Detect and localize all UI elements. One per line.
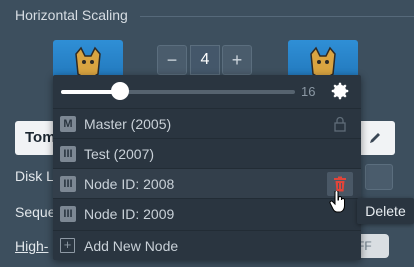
slider-row: 16 [53, 75, 361, 108]
add-new-node-label: Add New Node [84, 238, 179, 254]
node-icon: III [60, 176, 76, 192]
increment-button[interactable]: + [222, 45, 252, 75]
list-item-node-2008[interactable]: III Node ID: 2008 [53, 168, 361, 198]
disk-limit-label: Disk L [15, 168, 54, 184]
add-new-node-item[interactable]: + Add New Node [53, 230, 361, 260]
edit-button[interactable] [355, 121, 395, 155]
master-node-icon: M [60, 116, 76, 132]
list-item-label: Test (2007) [84, 146, 155, 162]
pencil-icon [370, 133, 380, 143]
list-item-label: Node ID: 2008 [84, 176, 175, 192]
trash-icon [334, 176, 346, 192]
list-item-label: Master (2005) [84, 116, 172, 132]
order-updown-button[interactable] [365, 164, 393, 190]
hand-cursor-icon [329, 191, 345, 213]
nodes-dropdown: 16 M Master (2005) III Test (2007) III N… [53, 75, 361, 260]
slider-handle[interactable] [111, 82, 129, 100]
section-divider [140, 16, 414, 17]
list-item-label: Node ID: 2009 [84, 206, 175, 222]
node-icon: III [60, 206, 76, 222]
lock-icon [334, 116, 346, 132]
list-item-node-2009[interactable]: III Node ID: 2009 [53, 198, 361, 228]
plus-icon: + [60, 238, 75, 253]
gear-icon[interactable] [329, 80, 351, 102]
sequential-label: Seque [15, 204, 55, 220]
high-availability-label[interactable]: High- [15, 238, 55, 254]
delete-tooltip: Delete [357, 198, 414, 224]
list-item-master[interactable]: M Master (2005) [53, 108, 361, 138]
section-title: Horizontal Scaling [15, 7, 128, 23]
slider-max-label: 16 [301, 84, 316, 99]
list-item-test[interactable]: III Test (2007) [53, 138, 361, 168]
node-panel-title: Tom [15, 121, 55, 155]
decrement-button[interactable]: − [157, 45, 187, 75]
node-count-input[interactable]: 4 [190, 45, 220, 75]
node-icon: III [60, 146, 76, 162]
